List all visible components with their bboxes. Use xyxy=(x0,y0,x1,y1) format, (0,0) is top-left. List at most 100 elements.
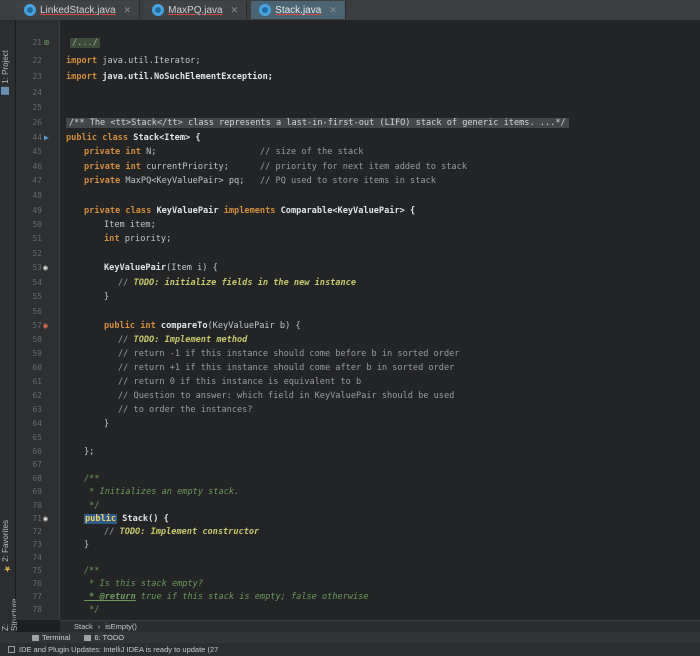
tab-maxpq[interactable]: MaxPQ.java ✕ xyxy=(144,1,248,19)
line-number: 77 xyxy=(32,592,42,601)
line-number: 74 xyxy=(32,553,42,562)
terminal-tool-button[interactable]: Terminal xyxy=(32,633,70,642)
breadcrumb: Stack › isEmpty() xyxy=(60,620,700,632)
code-line-66: }; xyxy=(84,447,95,457)
line-number: 57 xyxy=(32,321,42,330)
override-icon[interactable]: ◉ xyxy=(43,321,48,331)
line-number: 60 xyxy=(32,363,42,372)
code-line-70: */ xyxy=(84,501,100,511)
keyword: implements xyxy=(223,206,276,216)
field-name: MaxPQ<KeyValuePair> pq; xyxy=(120,176,245,186)
line-number: 58 xyxy=(32,335,42,344)
import-path: java.util.NoSuchElementException; xyxy=(97,72,273,82)
code-line-47: private MaxPQ<KeyValuePair> pq; xyxy=(84,176,244,186)
comment-marker: // xyxy=(104,527,120,537)
close-icon[interactable]: ✕ xyxy=(231,5,239,16)
line-number: 21 xyxy=(32,38,42,47)
line-number-gutter[interactable]: 21 22 23 24 25 26 44 45 46 47 48 49 50 5… xyxy=(16,20,60,620)
keyword: private int xyxy=(84,147,141,157)
line-number: 53 xyxy=(32,263,42,272)
field-name: priority; xyxy=(119,234,172,244)
project-tool-button[interactable]: 1: Project xyxy=(1,50,10,95)
class-name: KeyValuePair xyxy=(151,206,224,216)
implements-icon[interactable]: ◉ xyxy=(43,263,48,273)
code-line-59: // return -1 if this instance should com… xyxy=(118,349,460,359)
code-line-44: public class Stack<Item> { xyxy=(66,133,201,143)
code-line-78: */ xyxy=(84,605,100,615)
comment-marker: // xyxy=(118,335,134,345)
code-line-69: * Initializes an empty stack. xyxy=(84,487,240,497)
run-arrow-icon[interactable]: ▶ xyxy=(44,133,49,143)
keyword: private xyxy=(84,176,121,186)
line-number: 47 xyxy=(32,176,42,185)
code-line-61: // return 0 if this instance is equivale… xyxy=(118,377,362,387)
line-number: 65 xyxy=(32,433,42,442)
line-number: 50 xyxy=(32,220,42,229)
code-line-71: public Stack() { xyxy=(84,514,169,524)
tab-label: MaxPQ.java xyxy=(168,4,223,16)
status-message[interactable]: IDE and Plugin Updates: IntelliJ IDEA is… xyxy=(19,645,218,654)
code-line-50: Item item; xyxy=(104,220,156,230)
line-number: 22 xyxy=(32,56,42,65)
line-number: 75 xyxy=(32,566,42,575)
method-name: compareTo xyxy=(155,321,208,331)
import-path: java.util.Iterator; xyxy=(97,56,201,66)
code-line-62: // Question to answer: which field in Ke… xyxy=(118,391,455,401)
line-number: 51 xyxy=(32,234,42,243)
code-line-60: // return +1 if this instance should com… xyxy=(118,363,455,373)
project-tool-label: 1: Project xyxy=(1,50,10,84)
todo-comment: TODO: Implement method xyxy=(133,335,248,345)
method-marker-icon[interactable]: ◉ xyxy=(43,514,48,524)
close-icon[interactable]: ✕ xyxy=(124,5,132,16)
breadcrumb-class[interactable]: Stack xyxy=(74,622,93,631)
line-number: 56 xyxy=(32,307,42,316)
line-number: 73 xyxy=(32,540,42,549)
code-line-72: // TODO: Implement constructor xyxy=(104,527,259,537)
bottom-tool-bar: Terminal 6: TODO xyxy=(0,632,700,643)
code-comment: // PQ used to store items in stack xyxy=(260,176,436,186)
code-line-57: public int compareTo(KeyValuePair b) { xyxy=(104,321,301,331)
folded-javadoc[interactable]: /** The <tt>Stack</tt> class represents … xyxy=(66,118,569,128)
code-line-49: private class KeyValuePair implements Co… xyxy=(84,206,415,216)
constructor-name: KeyValuePair xyxy=(104,263,167,273)
line-number: 71 xyxy=(32,514,42,523)
field-name: currentPriority; xyxy=(140,162,229,172)
todo-tool-button[interactable]: 6: TODO xyxy=(84,633,124,642)
tab-stack[interactable]: Stack.java ✕ xyxy=(251,1,346,19)
constructor-signature: Stack() { xyxy=(117,514,169,524)
code-line-26: /** The <tt>Stack</tt> class represents … xyxy=(66,118,569,128)
todo-comment: TODO: Implement constructor xyxy=(119,527,260,537)
code-line-63: // to order the instances? xyxy=(118,405,253,415)
terminal-icon xyxy=(32,634,39,641)
todo-comment: TODO: initialize fields in the new insta… xyxy=(133,278,357,288)
code-line-23: import java.util.NoSuchElementException; xyxy=(66,72,273,82)
line-number: 70 xyxy=(32,501,42,510)
code-line-21: /.../ xyxy=(70,38,100,48)
interface-name: Comparable<KeyValuePair> { xyxy=(275,206,416,216)
folded-region[interactable]: /.../ xyxy=(70,38,100,48)
code-line-58: // TODO: Implement method xyxy=(118,335,247,345)
code-comment: // size of the stack xyxy=(260,147,364,157)
line-number: 62 xyxy=(32,391,42,400)
code-editor[interactable]: /.../ import java.util.Iterator; import … xyxy=(60,20,700,620)
line-number: 54 xyxy=(32,278,42,287)
notification-icon[interactable] xyxy=(8,646,15,653)
line-number: 46 xyxy=(32,162,42,171)
tab-linkedstack[interactable]: LinkedStack.java ✕ xyxy=(16,1,141,19)
keyword: int xyxy=(104,234,120,244)
parameter-list: (Item i) { xyxy=(166,263,218,273)
code-line-76: * Is this stack empty? xyxy=(84,579,203,589)
parameter-list: (KeyValuePair b) { xyxy=(207,321,301,331)
line-number: 67 xyxy=(32,460,42,469)
breadcrumb-method[interactable]: isEmpty() xyxy=(105,622,137,631)
line-number: 69 xyxy=(32,487,42,496)
keyword: public class xyxy=(66,133,129,143)
editor-tab-bar: LinkedStack.java ✕ MaxPQ.java ✕ Stack.ja… xyxy=(0,0,700,20)
keyword: import xyxy=(66,72,98,82)
close-icon[interactable]: ✕ xyxy=(329,5,337,16)
favorites-tool-button[interactable]: ★ 2: Favorites xyxy=(1,520,12,573)
fold-expand-icon[interactable]: ⊞ xyxy=(44,38,49,48)
line-number: 25 xyxy=(32,103,42,112)
java-class-icon xyxy=(152,4,165,16)
folder-icon xyxy=(1,86,10,95)
